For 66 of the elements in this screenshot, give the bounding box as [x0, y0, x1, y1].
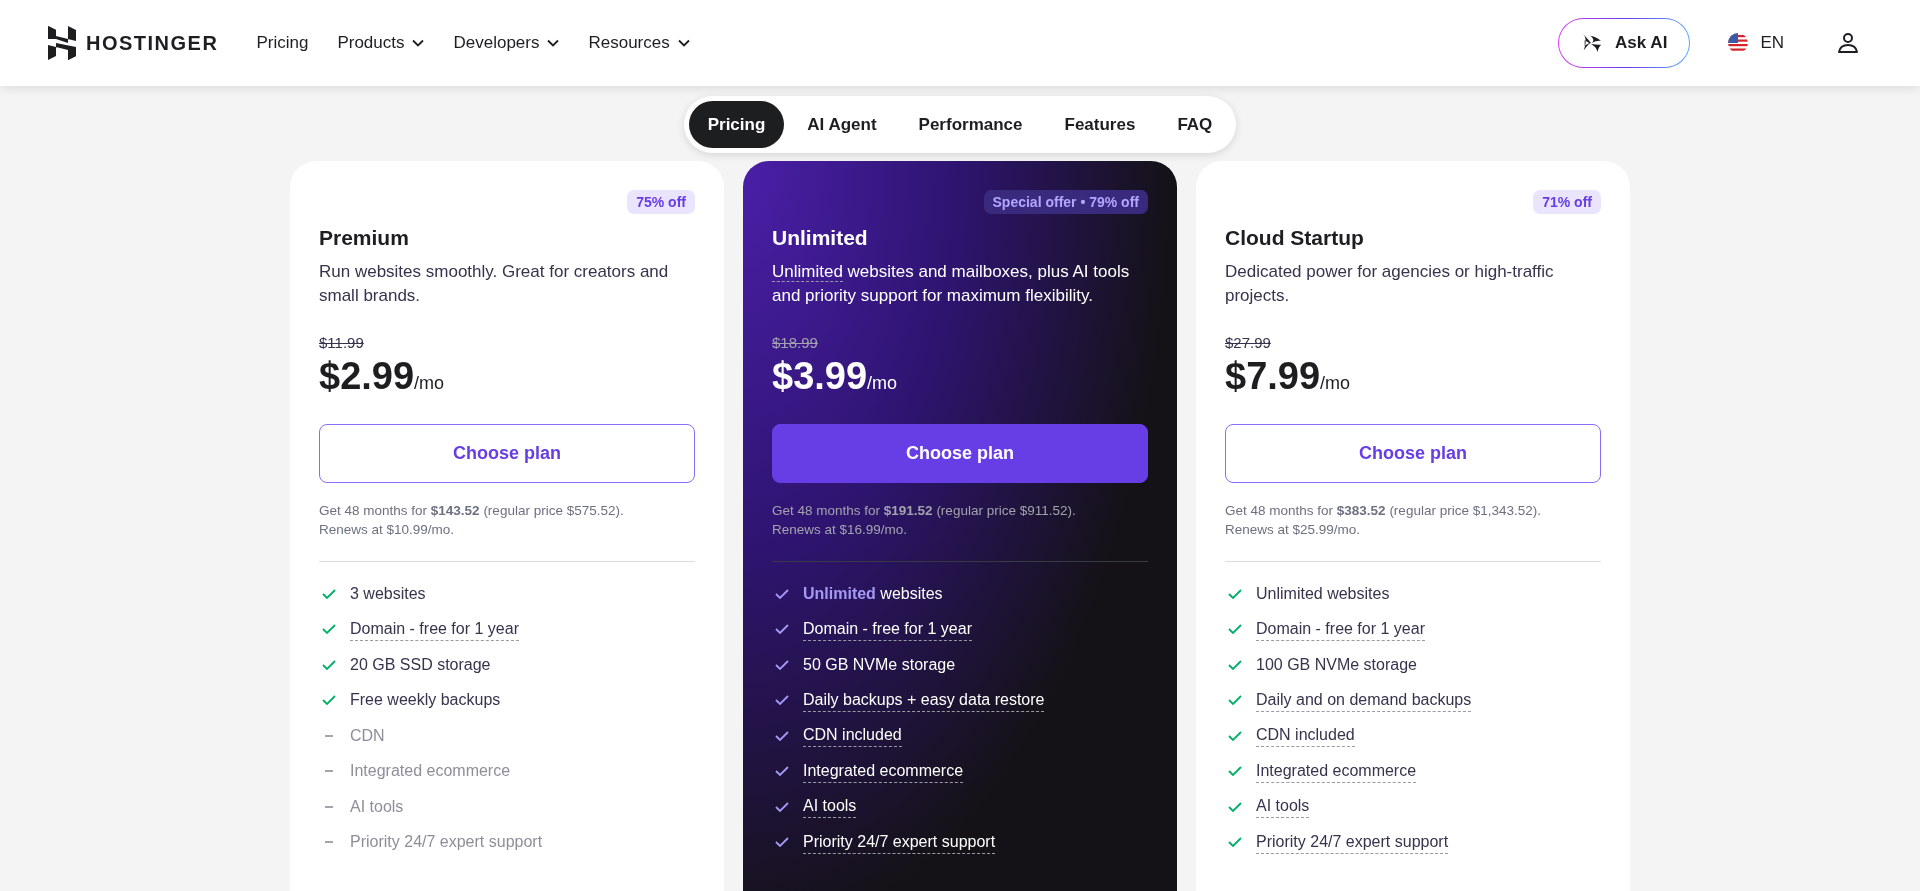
feature-text: 20 GB SSD storage	[350, 654, 491, 675]
billing-note: Get 48 months for $383.52 (regular price $1,343.52). Renews at $25.99/mo.	[1225, 502, 1542, 539]
feature-text[interactable]: Priority 24/7 expert support	[1256, 830, 1449, 854]
ask-ai-button[interactable]: Ask AI	[1558, 18, 1691, 68]
feature-text: Unlimited websites	[1256, 583, 1390, 604]
feature-text[interactable]: Domain - free for 1 year	[350, 617, 519, 641]
plan-description: Dedicated power for agencies or high-traffic projects.	[1225, 261, 1555, 307]
feature-text[interactable]: CDN included	[1256, 724, 1355, 748]
feature-text[interactable]: CDN included	[803, 724, 902, 748]
billing-note: Get 48 months for $191.52 (regular price $911.52). Renews at $16.99/mo.	[772, 502, 1077, 539]
feature-text[interactable]: Priority 24/7 expert support	[803, 830, 996, 854]
user-icon[interactable]	[1836, 31, 1860, 55]
nav-link[interactable]: Products	[337, 33, 425, 53]
price-period: /mo	[1320, 373, 1351, 394]
billing-note: Get 48 months for $143.52 (regular price $575.52). Renews at $10.99/mo.	[319, 502, 625, 539]
old-price: $18.99	[772, 334, 819, 351]
feature-text[interactable]: Domain - free for 1 year	[803, 617, 972, 641]
section-tab[interactable]: AI Agent	[788, 101, 896, 148]
feature-text: AI tools	[350, 796, 404, 817]
nav-link[interactable]: Resources	[588, 33, 690, 53]
old-price: $27.99	[1225, 334, 1272, 351]
plan-name: Premium	[319, 226, 410, 250]
choose-plan-button[interactable]: Choose plan	[772, 424, 1148, 483]
feature-text: Free weekly backups	[350, 690, 501, 711]
discount-badge: 75% off	[627, 190, 695, 214]
section-tab[interactable]: FAQ	[1158, 101, 1232, 148]
choose-plan-button[interactable]: Choose plan	[1225, 424, 1601, 483]
logo-icon[interactable]	[48, 26, 76, 60]
chevron-down-icon	[677, 39, 690, 47]
feature-text: Priority 24/7 expert support	[350, 832, 543, 853]
plan-price: $3.99	[772, 355, 868, 398]
plan-price: $2.99	[319, 355, 415, 398]
section-tab[interactable]: Performance	[899, 101, 1042, 148]
feature-text[interactable]: Daily and on demand backups	[1256, 688, 1472, 712]
feature-text: Integrated ecommerce	[350, 761, 511, 782]
feature-text[interactable]: Integrated ecommerce	[803, 759, 964, 783]
price-period: /mo	[414, 373, 445, 394]
section-tab[interactable]: Features	[1045, 101, 1155, 148]
flag-icon	[1728, 33, 1749, 53]
feature-text: 100 GB NVMe storage	[1256, 654, 1417, 675]
feature-text: Unlimited websites	[803, 583, 943, 604]
discount-badge: Special offer • 79% off	[983, 190, 1148, 214]
feature-text[interactable]: Daily backups + easy data restore	[803, 688, 1045, 712]
plan-name: Unlimited	[772, 226, 869, 250]
plan-name: Cloud Startup	[1225, 226, 1365, 250]
feature-text: 3 websites	[350, 583, 426, 604]
nav-link[interactable]: Developers	[453, 33, 560, 53]
old-price: $11.99	[319, 334, 365, 351]
feature-text[interactable]: Integrated ecommerce	[1256, 759, 1417, 783]
feature-text[interactable]: AI tools	[803, 795, 857, 819]
feature-text: CDN	[350, 725, 385, 746]
feature-text[interactable]: Domain - free for 1 year	[1256, 617, 1425, 641]
price-period: /mo	[867, 373, 898, 394]
discount-badge: 71% off	[1533, 190, 1601, 214]
feature-text[interactable]: AI tools	[1256, 795, 1310, 819]
plan-price: $7.99	[1225, 355, 1321, 398]
plan-description: Run websites smoothly. Great for creators and small brands.	[319, 261, 670, 307]
logo-wordmark[interactable]: HOSTINGER	[86, 31, 219, 55]
chevron-down-icon	[547, 39, 560, 47]
choose-plan-button[interactable]: Choose plan	[319, 424, 695, 483]
section-tab[interactable]: Pricing	[688, 101, 785, 148]
plan-description: Unlimited websites and mailboxes, plus AI tools and priority support for maximum flexibility.	[772, 261, 1131, 307]
language-selector[interactable]: EN	[1722, 32, 1790, 54]
chevron-down-icon	[412, 39, 425, 47]
feature-text: 50 GB NVMe storage	[803, 654, 956, 675]
nav-link[interactable]: Pricing	[256, 33, 309, 53]
